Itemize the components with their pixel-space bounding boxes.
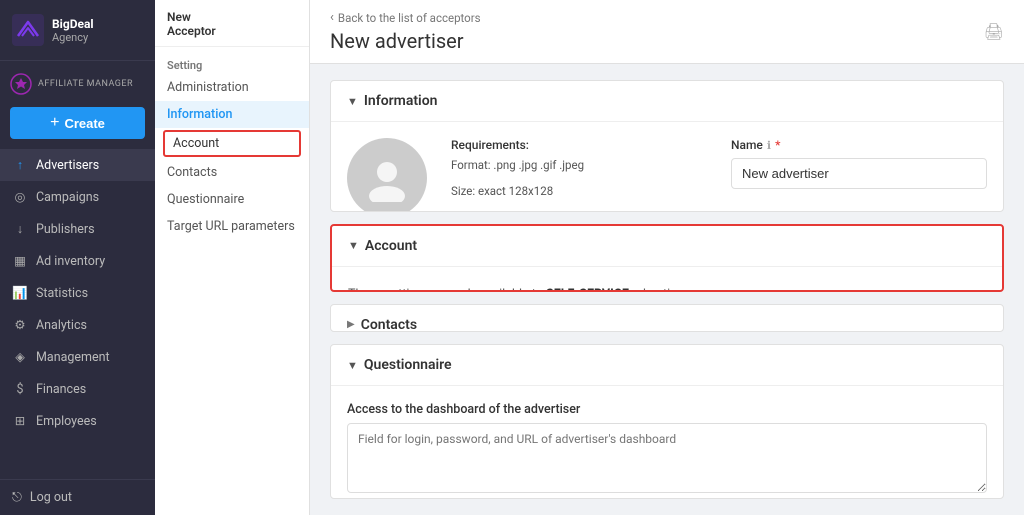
print-icon[interactable]: 🖨 [984, 22, 1004, 41]
sub-nav-account[interactable]: Account [163, 130, 301, 157]
sidebar-label-publishers: Publishers [36, 222, 95, 237]
content-area: ▼ Information Requirements: Format: .png… [310, 64, 1024, 515]
account-toggle-icon[interactable]: ▼ [348, 239, 359, 252]
sidebar-item-statistics[interactable]: 📊 Statistics [0, 277, 155, 309]
sub-nav-section-setting: Setting Administration Information Accou… [155, 47, 309, 242]
sidebar-item-advertisers[interactable]: ↑ Advertisers [0, 149, 155, 181]
self-service-text: SELF-SERVICE [546, 287, 629, 292]
employees-icon: ⊞ [12, 413, 28, 429]
analytics-icon: ⚙ [12, 317, 28, 333]
management-icon: ◈ [12, 349, 28, 365]
finances-icon: $ [12, 381, 28, 397]
requirements-area: Requirements: Format: .png .jpg .gif .jp… [451, 138, 707, 212]
sub-section-title-setting: Setting [155, 55, 309, 74]
questionnaire-card-body: Access to the dashboard of the advertise… [331, 386, 1003, 499]
affiliate-icon [10, 73, 32, 95]
account-card-header[interactable]: ▼ Account [332, 226, 1002, 267]
statistics-icon: 📊 [12, 285, 28, 301]
contacts-card: ▶ Contacts [330, 304, 1004, 333]
main-sidebar: BigDeal Agency AFFILIATE MANAGER + Creat… [0, 0, 155, 515]
information-card-header[interactable]: ▼ Information [331, 81, 1003, 122]
logo-area: BigDeal Agency [0, 0, 155, 61]
sidebar-label-employees: Employees [36, 414, 97, 429]
information-card: ▼ Information Requirements: Format: .png… [330, 80, 1004, 212]
sub-header-line2: Acceptor [167, 24, 297, 38]
sidebar-item-employees[interactable]: ⊞ Employees [0, 405, 155, 437]
logo-text: BigDeal Agency [52, 17, 94, 44]
required-star: * [775, 138, 780, 152]
requirements-size: Size: exact 128x128 [451, 182, 707, 200]
main-content: ‹ Back to the list of acceptors New adve… [310, 0, 1024, 515]
back-arrow-icon: ‹ [330, 10, 334, 25]
create-button[interactable]: + Create [10, 107, 145, 139]
dashboard-textarea[interactable] [347, 423, 987, 493]
sub-sidebar-header: New Acceptor [155, 0, 309, 47]
avatar-person-icon [363, 154, 411, 202]
sidebar-item-analytics[interactable]: ⚙ Analytics [0, 309, 155, 341]
name-input[interactable] [731, 158, 987, 189]
avatar-area [347, 138, 427, 212]
back-link[interactable]: ‹ Back to the list of acceptors [330, 10, 481, 25]
sidebar-item-ad-inventory[interactable]: ▦ Ad inventory [0, 245, 155, 277]
ad-inventory-icon: ▦ [12, 253, 28, 269]
information-toggle-icon[interactable]: ▼ [347, 95, 358, 108]
sidebar-label-finances: Finances [36, 382, 86, 397]
sidebar-label-advertisers: Advertisers [36, 158, 99, 173]
account-message: These settings are only available to SEL… [348, 283, 986, 292]
page-title: New advertiser [330, 27, 481, 53]
create-plus-icon: + [50, 114, 59, 132]
create-label: Create [64, 116, 104, 131]
sub-nav-questionnaire[interactable]: Questionnaire [155, 186, 309, 213]
publishers-icon: ↓ [12, 221, 28, 237]
name-label-text: Name [731, 138, 763, 152]
account-card-title: Account [365, 238, 417, 254]
back-link-text: Back to the list of acceptors [338, 11, 481, 25]
questionnaire-card: ▼ Questionnaire Access to the dashboard … [330, 344, 1004, 499]
sidebar-label-statistics: Statistics [36, 286, 88, 301]
logout-item[interactable]: ⎋ Log out [0, 479, 155, 515]
account-card: ▼ Account These settings are only availa… [330, 224, 1004, 292]
sidebar-item-management[interactable]: ◈ Management [0, 341, 155, 373]
topbar: ‹ Back to the list of acceptors New adve… [310, 0, 1024, 64]
advertisers-icon: ↑ [12, 157, 28, 173]
contacts-card-header[interactable]: ▶ Contacts [331, 305, 1003, 333]
sub-nav-contacts[interactable]: Contacts [155, 159, 309, 186]
topbar-right: 🖨 [984, 22, 1004, 41]
sidebar-label-ad-inventory: Ad inventory [36, 254, 105, 269]
campaigns-icon: ◎ [12, 189, 28, 205]
avatar [347, 138, 427, 212]
requirements-format: Format: .png .jpg .gif .jpeg [451, 156, 707, 174]
sub-nav-information[interactable]: Information [155, 101, 309, 128]
contacts-card-title: Contacts [361, 317, 417, 333]
sidebar-label-campaigns: Campaigns [36, 190, 99, 205]
sidebar-item-campaigns[interactable]: ◎ Campaigns [0, 181, 155, 213]
logout-icon: ⎋ [12, 490, 22, 505]
affiliate-section: AFFILIATE MANAGER [0, 61, 155, 103]
sidebar-item-finances[interactable]: $ Finances [0, 373, 155, 405]
information-card-title: Information [364, 93, 438, 109]
information-card-body: Requirements: Format: .png .jpg .gif .jp… [331, 122, 1003, 212]
sidebar-label-analytics: Analytics [36, 318, 87, 333]
sub-header-line1: New [167, 10, 297, 24]
account-card-body: These settings are only available to SEL… [332, 267, 1002, 292]
sub-sidebar: New Acceptor Setting Administration Info… [155, 0, 310, 515]
logo-icon [12, 14, 44, 46]
requirements-label: Requirements: [451, 138, 707, 152]
questionnaire-toggle-icon[interactable]: ▼ [347, 359, 358, 372]
questionnaire-card-title: Questionnaire [364, 357, 452, 373]
questionnaire-card-header[interactable]: ▼ Questionnaire [331, 345, 1003, 386]
name-label: Name ℹ * [731, 138, 987, 152]
sub-nav-target-url[interactable]: Target URL parameters [155, 213, 309, 240]
requirements-filesize: File size: no more 10MB [451, 209, 707, 212]
contacts-toggle-icon[interactable]: ▶ [347, 319, 355, 330]
logout-label: Log out [30, 490, 72, 505]
sub-nav-administration[interactable]: Administration [155, 74, 309, 101]
name-area: Name ℹ * [731, 138, 987, 212]
sidebar-item-publishers[interactable]: ↓ Publishers [0, 213, 155, 245]
sidebar-label-management: Management [36, 350, 110, 365]
role-label: AFFILIATE MANAGER [38, 79, 133, 89]
name-info-icon[interactable]: ℹ [767, 139, 771, 152]
dashboard-label: Access to the dashboard of the advertise… [347, 402, 987, 417]
